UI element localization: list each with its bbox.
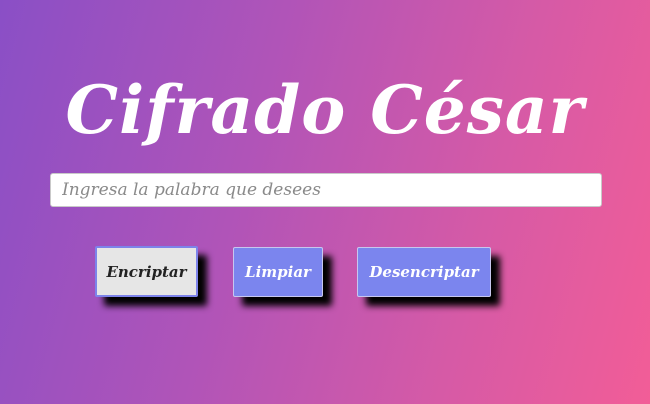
clear-button[interactable]: Limpiar	[233, 247, 323, 297]
decrypt-button[interactable]: Desencriptar	[357, 247, 491, 297]
encrypt-button[interactable]: Encriptar	[95, 246, 198, 297]
page-title: Cifrado César	[65, 71, 585, 149]
word-input[interactable]	[50, 173, 602, 207]
